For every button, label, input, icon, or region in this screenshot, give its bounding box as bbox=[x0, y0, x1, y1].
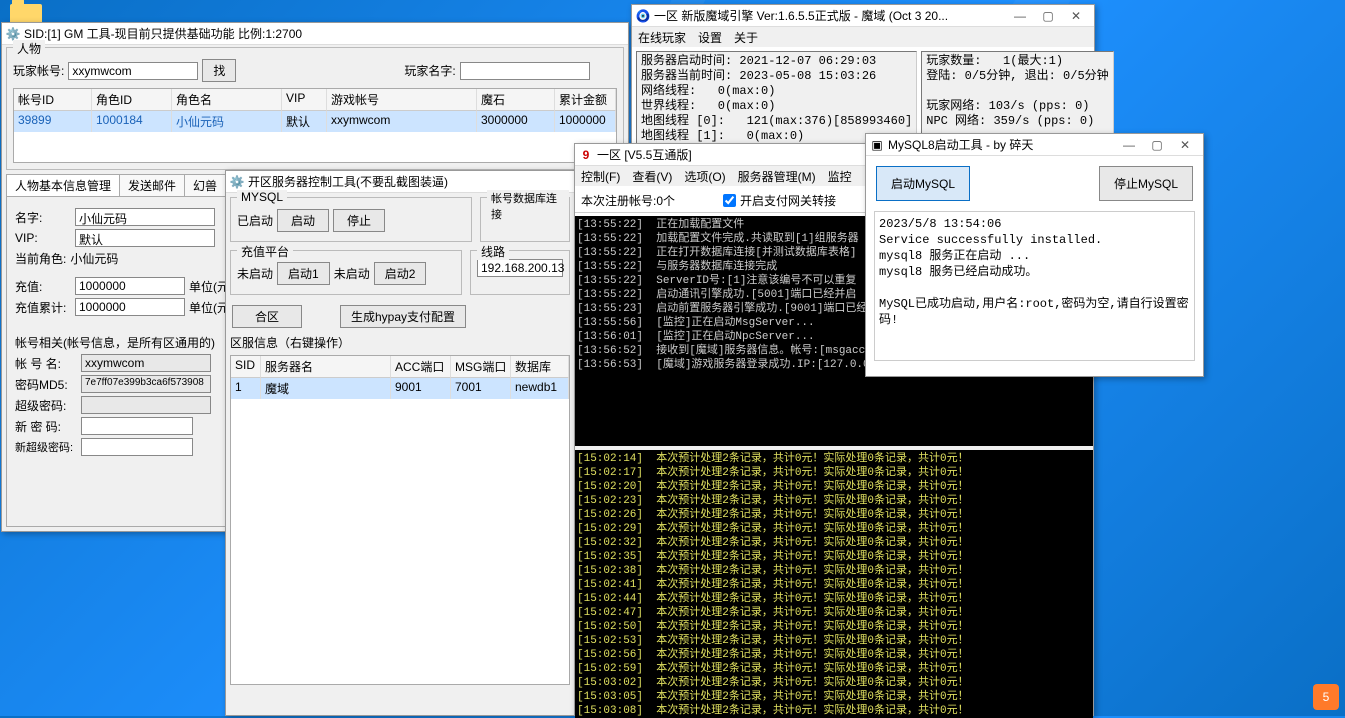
ip-select[interactable]: 192.168.200.13 bbox=[477, 259, 563, 277]
mysql-stop-button[interactable]: 停止 bbox=[333, 209, 385, 232]
minimize-button[interactable]: — bbox=[1006, 6, 1034, 26]
menu-online[interactable]: 在线玩家 bbox=[638, 29, 686, 46]
nine-icon: 9 bbox=[579, 148, 593, 162]
recharge-input[interactable]: 1000000 bbox=[75, 277, 185, 295]
menu-about[interactable]: 关于 bbox=[734, 29, 758, 46]
maximize-button[interactable]: ▢ bbox=[1034, 6, 1062, 26]
gm-titlebar[interactable]: ⚙️ SID:[1] GM 工具-现目前只提供基础功能 比例:1:2700 bbox=[2, 23, 628, 45]
tab-mail[interactable]: 发送邮件 bbox=[119, 174, 185, 196]
merge-button[interactable]: 合区 bbox=[232, 305, 302, 328]
menu-settings[interactable]: 设置 bbox=[698, 29, 722, 46]
zone-header: 区服信息（右键操作） bbox=[230, 334, 570, 351]
form-icon: ▣ bbox=[870, 138, 884, 152]
total-input[interactable]: 1000000 bbox=[75, 298, 185, 316]
close-button[interactable]: ✕ bbox=[1062, 6, 1090, 26]
col-vip[interactable]: VIP bbox=[282, 89, 327, 111]
menu-servermgr[interactable]: 服务器管理(M) bbox=[738, 168, 816, 185]
menu-control[interactable]: 控制(F) bbox=[581, 168, 620, 185]
mysql-title: MySQL8启动工具 - by 碎天 bbox=[888, 136, 1115, 153]
col-roleid[interactable]: 角色ID bbox=[92, 89, 172, 111]
col-rolename[interactable]: 角色名 bbox=[172, 89, 282, 111]
gen-hypay-button[interactable]: 生成hypay支付配置 bbox=[340, 305, 466, 328]
engine-stats-left: 服务器启动时间: 2021-12-07 06:29:03 服务器当前时间: 20… bbox=[636, 51, 917, 146]
app-icon: 🧿 bbox=[636, 9, 650, 23]
gear-icon: ⚙️ bbox=[230, 175, 244, 189]
gear-icon: ⚙️ bbox=[6, 27, 20, 41]
zone-row[interactable]: 1 魔域 9001 7001 newdb1 bbox=[231, 378, 569, 399]
superpwd-field bbox=[81, 396, 211, 414]
stop-mysql-button[interactable]: 停止MySQL bbox=[1099, 166, 1193, 201]
menu-view[interactable]: 查看(V) bbox=[632, 168, 672, 185]
col-stone[interactable]: 魔石 bbox=[477, 89, 555, 111]
name-input[interactable]: 小仙元码 bbox=[75, 208, 215, 226]
mysql-titlebar[interactable]: ▣ MySQL8启动工具 - by 碎天 — ▢ ✕ bbox=[866, 134, 1203, 156]
reg-count: 本次注册帐号:0个 bbox=[581, 192, 675, 209]
start-mysql-button[interactable]: 启动MySQL bbox=[876, 166, 970, 201]
tab-basic[interactable]: 人物基本信息管理 bbox=[6, 174, 120, 196]
close-button[interactable]: ✕ bbox=[1171, 135, 1199, 155]
acctdb-group: 帐号数据库连接 bbox=[480, 197, 570, 242]
platform-group: 充值平台 未启动 启动1 未启动 启动2 bbox=[230, 250, 462, 295]
newpwd-input[interactable] bbox=[81, 417, 193, 435]
engine-stats-right: 玩家数量: 1(最大:1) 登陆: 0/5分钟, 退出: 0/5分钟 玩家网络:… bbox=[921, 51, 1113, 146]
plat-start1-button[interactable]: 启动1 bbox=[277, 262, 330, 285]
maximize-button[interactable]: ▢ bbox=[1143, 135, 1171, 155]
char-group: 人物 玩家帐号: xxymwcom 找 玩家名字: 帐号ID 角色ID 角色名 … bbox=[6, 47, 624, 170]
newsuperpwd-input[interactable] bbox=[81, 438, 193, 456]
tab-pet[interactable]: 幻兽 bbox=[184, 174, 226, 196]
gm-title: SID:[1] GM 工具-现目前只提供基础功能 比例:1:2700 bbox=[24, 25, 624, 42]
minimize-button[interactable]: — bbox=[1115, 135, 1143, 155]
server-ctrl-window: ⚙️ 开区服务器控制工具(不要乱截图装逼) MYSQL 已启动 启动 停止 帐号… bbox=[225, 170, 575, 716]
plat-start2-button[interactable]: 启动2 bbox=[374, 262, 427, 285]
mysql-group: MYSQL 已启动 启动 停止 bbox=[230, 197, 472, 242]
current-role: 小仙元码 bbox=[70, 250, 118, 267]
engine-title: 一区 新版魔域引擎 Ver:1.6.5.5正式版 - 魔域 (Oct 3 20.… bbox=[654, 7, 1006, 24]
acctname-field: xxymwcom bbox=[81, 354, 211, 372]
acct-input[interactable]: xxymwcom bbox=[68, 62, 198, 80]
char-row[interactable]: 39899 1000184 小仙元码 默认 xxymwcom 3000000 1… bbox=[14, 111, 616, 132]
playername-label: 玩家名字: bbox=[404, 62, 455, 79]
mysql-start-button[interactable]: 启动 bbox=[277, 209, 329, 232]
find-button[interactable]: 找 bbox=[202, 59, 236, 82]
zone-table[interactable]: SID 服务器名 ACC端口 MSG端口 数据库 1 魔域 9001 7001 … bbox=[230, 355, 570, 685]
md5-field: 7e7ff07e399b3ca6f573908 bbox=[81, 375, 211, 393]
col-gameacct[interactable]: 游戏帐号 bbox=[327, 89, 477, 111]
mysql-window: ▣ MySQL8启动工具 - by 碎天 — ▢ ✕ 启动MySQL 停止MyS… bbox=[865, 133, 1204, 377]
transaction-log[interactable]: [15:02:14] 本次预计处理2条记录，共计0元！实际处理0条记录，共计0元… bbox=[575, 450, 1093, 718]
char-group-label: 人物 bbox=[13, 40, 45, 57]
mysql-status: 已启动 bbox=[237, 212, 273, 229]
menu-monitor[interactable]: 监控 bbox=[828, 168, 852, 185]
vip-input[interactable]: 默认 bbox=[75, 229, 215, 247]
engine-titlebar[interactable]: 🧿 一区 新版魔域引擎 Ver:1.6.5.5正式版 - 魔域 (Oct 3 2… bbox=[632, 5, 1094, 27]
playername-input[interactable] bbox=[460, 62, 590, 80]
tray-icon[interactable]: 5 bbox=[1313, 684, 1339, 710]
payment-gateway-checkbox[interactable]: 开启支付网关转接 bbox=[723, 192, 836, 209]
engine-menu: 在线玩家 设置 关于 bbox=[632, 27, 1094, 47]
line-group: 线路 192.168.200.13 bbox=[470, 250, 570, 295]
acct-label: 玩家帐号: bbox=[13, 62, 64, 79]
ctrl-title: 开区服务器控制工具(不要乱截图装逼) bbox=[248, 173, 570, 190]
menu-options[interactable]: 选项(O) bbox=[684, 168, 725, 185]
mysql-log[interactable]: 2023/5/8 13:54:06 Service successfully i… bbox=[874, 211, 1195, 361]
char-table: 帐号ID 角色ID 角色名 VIP 游戏帐号 魔石 累计金额 39899 100… bbox=[13, 88, 617, 163]
col-acctid[interactable]: 帐号ID bbox=[14, 89, 92, 111]
col-total[interactable]: 累计金额 bbox=[555, 89, 616, 111]
